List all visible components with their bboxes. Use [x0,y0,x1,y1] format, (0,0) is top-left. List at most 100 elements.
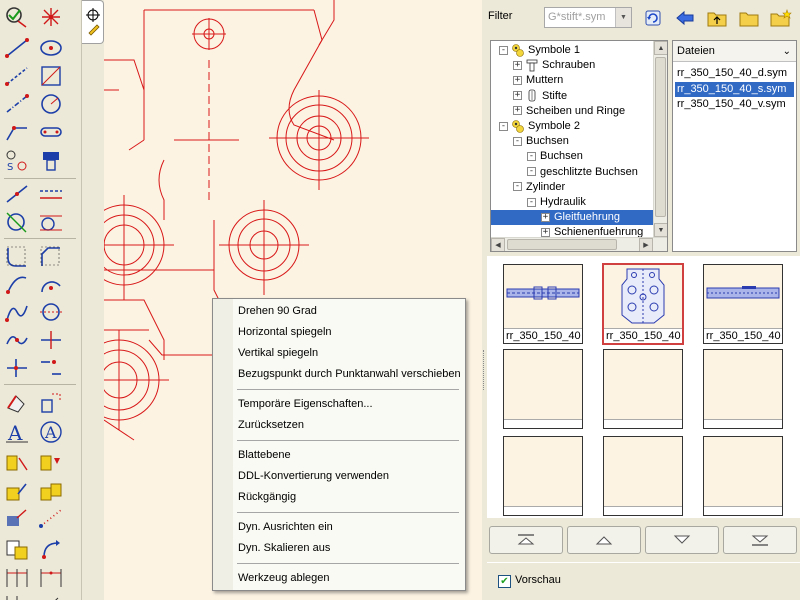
line-icon[interactable] [2,34,32,62]
symbol-thumbnail[interactable]: rr_350_150_40 [503,264,583,344]
tree-horizontal-scrollbar[interactable]: ◀ ▶ [491,237,667,251]
arrow-left-icon[interactable] [673,7,697,29]
circle-target-icon[interactable] [36,90,66,118]
context-menu-item[interactable]: Drehen 90 Grad [233,301,465,321]
erase-icon[interactable] [2,388,32,416]
tree-item[interactable]: + Stifte [513,89,567,104]
dimension-ordinate-icon[interactable] [2,590,32,600]
hatch-icon[interactable] [36,146,66,174]
tree-item[interactable]: - Symbole 2 [499,119,580,134]
file-list[interactable]: Dateien ⌄ rr_350_150_40_d.sym rr_350_150_… [672,40,797,252]
curve-icon[interactable] [2,298,32,326]
cross-icon[interactable] [2,354,32,382]
layer-icon[interactable] [2,535,32,563]
arc-center-icon[interactable] [36,270,66,298]
parallel-line-icon[interactable] [2,180,32,208]
chamfer-icon[interactable] [36,242,66,270]
context-menu-item[interactable]: Rückgängig [233,487,465,507]
chevron-down-icon[interactable]: ▼ [615,8,631,27]
tree-item[interactable]: - Buchsen [527,149,583,164]
collapse-icon[interactable]: - [527,197,536,207]
tree-item[interactable]: + Schrauben [513,58,595,73]
symbol-thumbnail[interactable]: rr_350_150_40 [603,264,683,344]
dashed-line-icon[interactable] [2,62,32,90]
collapse-icon[interactable]: - [527,151,536,161]
tree-item[interactable]: - Zylinder [513,180,565,195]
snap-settings-icon[interactable]: S [2,146,32,174]
collapse-icon[interactable]: - [499,45,508,55]
expand-icon[interactable]: + [513,75,522,85]
chevron-down-icon[interactable]: ⌄ [783,41,791,62]
tree-item[interactable]: + Muttern [513,73,563,88]
text-circle-icon[interactable]: A [36,418,66,446]
collapse-icon[interactable]: - [513,136,522,146]
scroll-down-icon[interactable]: ▼ [654,223,667,237]
symbol-insert-icon[interactable] [2,504,32,532]
break-icon[interactable] [36,354,66,382]
last-page-button[interactable] [723,526,797,554]
category-tree[interactable]: - Symbole 1 + Schrauben + Muttern + Stifte + Sche… [490,40,668,252]
offset-line-icon[interactable] [36,180,66,208]
folder-new-icon[interactable] [769,7,793,29]
collapse-icon[interactable]: - [499,121,508,131]
filter-input[interactable] [548,11,614,23]
text-icon[interactable]: A [2,418,32,446]
context-menu-item[interactable]: Temporäre Eigenschaften... [233,394,465,414]
trim-icon[interactable] [36,326,66,354]
block-copy-icon[interactable] [36,478,66,506]
dimension-baseline-icon[interactable] [36,563,66,591]
dashdot-line-icon[interactable] [2,90,32,118]
tree-item[interactable]: + Scheiben und Ringe [513,104,625,119]
context-menu-item[interactable]: Werkzeug ablegen [233,568,465,588]
empty-thumbnail-slot[interactable] [703,436,783,516]
first-page-button[interactable] [489,526,563,554]
collapse-icon[interactable]: - [527,167,536,177]
expand-icon[interactable]: + [513,91,522,101]
folder-up-icon[interactable] [705,7,729,29]
dimension-icon[interactable] [2,450,32,478]
spline-icon[interactable] [2,326,32,354]
expand-icon[interactable]: + [513,106,522,116]
polyline-icon[interactable] [2,118,32,146]
fillet-icon[interactable] [2,242,32,270]
expand-icon[interactable]: + [541,212,550,222]
context-menu-item[interactable]: DDL-Konvertierung verwenden [233,466,465,486]
star-marker-icon[interactable] [36,3,66,31]
filter-combobox[interactable]: ▼ [544,7,632,28]
tree-vertical-scrollbar[interactable]: ▲ ▼ [653,41,667,237]
context-menu-item[interactable]: Zurücksetzen [233,415,465,435]
symbol-thumbnail[interactable]: rr_350_150_40 [703,264,783,344]
ellipse-icon[interactable] [36,34,66,62]
empty-thumbnail-slot[interactable] [503,349,583,429]
tree-item[interactable]: + Gleitfuehrung [491,210,653,226]
context-menu-item[interactable]: Bezugspunkt durch Punktanwahl verschiebe… [233,364,465,384]
page-up-button[interactable] [567,526,641,554]
tree-item[interactable]: - Buchsen [513,134,569,149]
circle-cut-icon[interactable] [36,298,66,326]
scroll-right-icon[interactable]: ▶ [639,238,653,251]
context-menu-item[interactable]: Horizontal spiegeln [233,322,465,342]
slot-icon[interactable] [36,118,66,146]
tree-item[interactable]: - Hydraulik [527,195,586,210]
tree-item[interactable]: - Symbole 1 [499,43,580,58]
empty-thumbnail-slot[interactable] [703,349,783,429]
page-down-button[interactable] [645,526,719,554]
empty-thumbnail-slot[interactable] [603,436,683,516]
stretch-icon[interactable] [36,388,66,416]
context-menu-item[interactable]: Dyn. Ausrichten ein [233,517,465,537]
rotate-icon[interactable] [36,535,66,563]
tangent-lines-icon[interactable] [36,208,66,236]
snap-tab[interactable] [82,0,104,44]
folder-icon[interactable] [737,7,761,29]
expand-icon[interactable]: + [541,227,550,237]
circle-check-icon[interactable] [2,3,32,31]
tree-item[interactable]: - geschlitzte Buchsen [527,165,638,180]
scroll-up-icon[interactable]: ▲ [654,41,667,55]
circle-tangent-icon[interactable] [2,208,32,236]
preview-checkbox[interactable]: ✔ [498,575,511,588]
dotted-line-icon[interactable] [36,504,66,532]
expand-icon[interactable]: + [513,60,522,70]
empty-thumbnail-slot[interactable] [503,436,583,516]
dimension-angle-icon[interactable] [36,590,66,600]
dimension-symbol-icon[interactable] [36,450,66,478]
